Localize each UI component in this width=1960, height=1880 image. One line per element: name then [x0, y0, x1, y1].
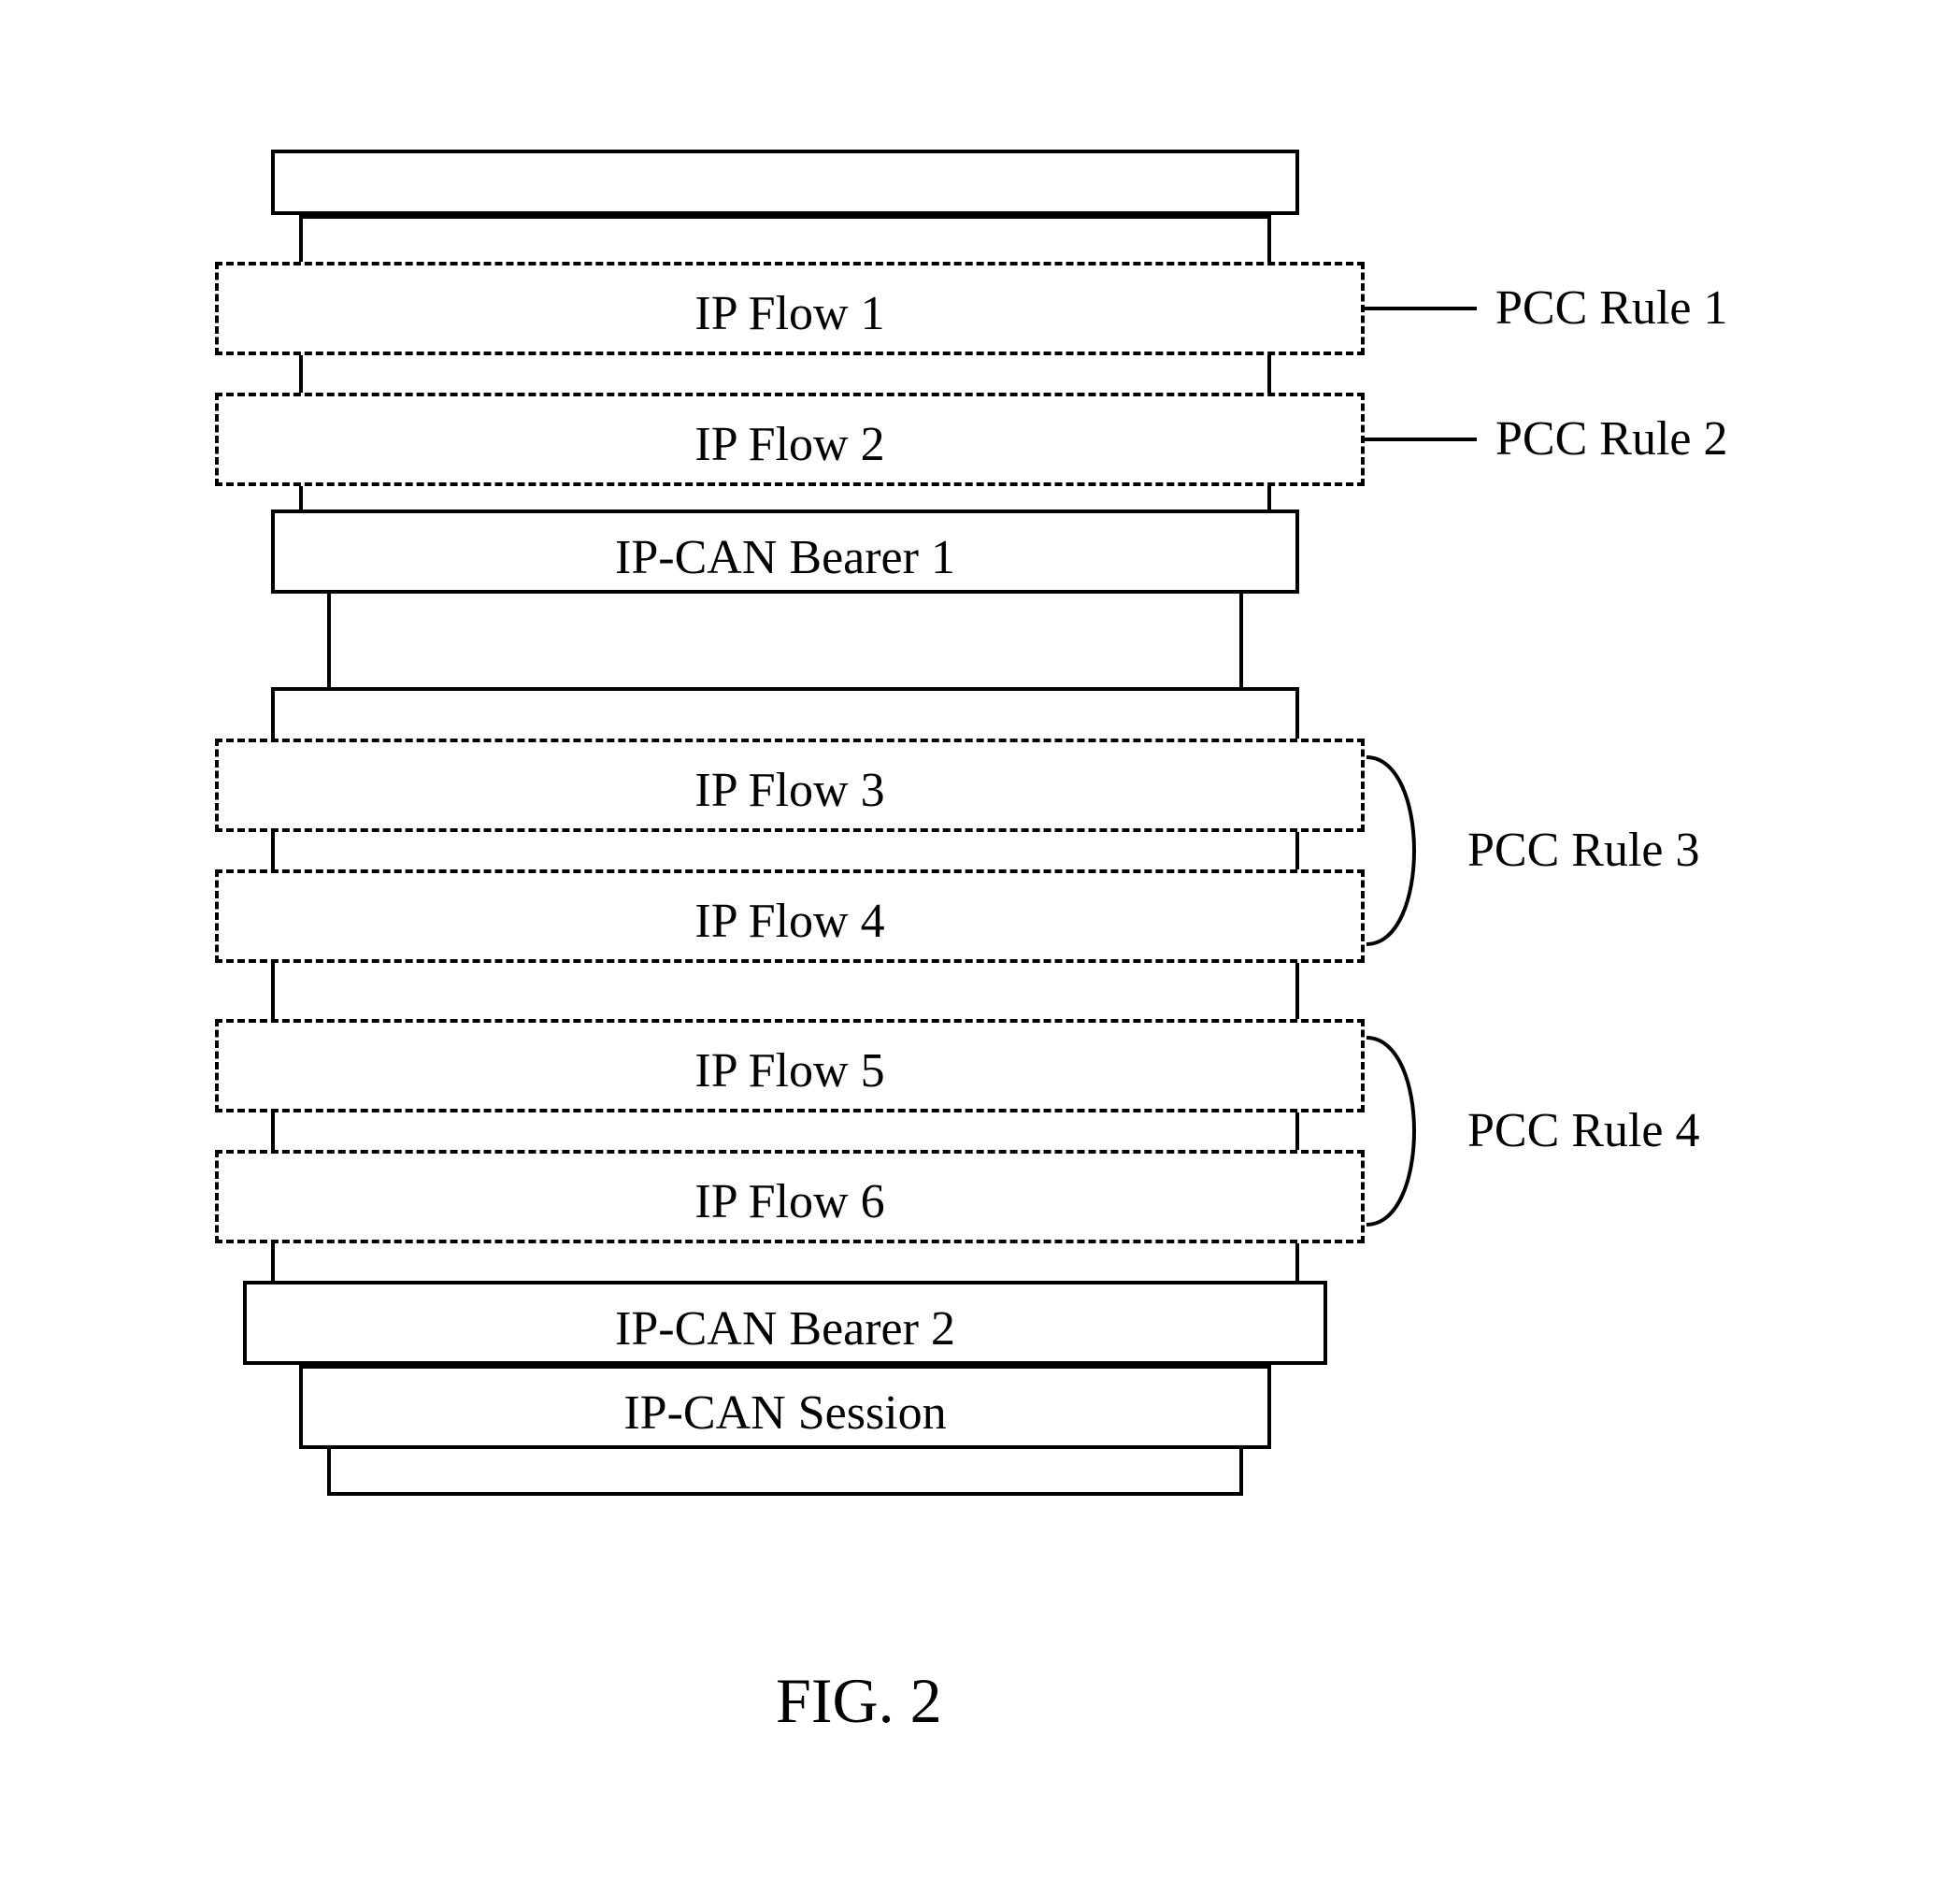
pcc-rule-4-brace — [1365, 1028, 1449, 1234]
session-right-stub — [1239, 1449, 1243, 1496]
ip-flow-1-label: IP Flow 1 — [219, 286, 1361, 341]
ip-flow-4-label: IP Flow 4 — [219, 894, 1361, 949]
diagram-canvas: IP Flow 1 PCC Rule 1 IP Flow 2 PCC Rule … — [0, 0, 1960, 1880]
session-bottom-bar — [327, 1492, 1243, 1496]
pcc-rule-2-label: PCC Rule 2 — [1495, 411, 1728, 466]
ip-flow-4-box: IP Flow 4 — [215, 869, 1365, 963]
ip-flow-3-label: IP Flow 3 — [219, 763, 1361, 818]
pcc-rule-3-label: PCC Rule 3 — [1467, 823, 1700, 878]
session-left-stub — [327, 1449, 331, 1496]
ip-flow-5-box: IP Flow 5 — [215, 1019, 1365, 1112]
pcc-rule-1-connector — [1365, 307, 1477, 310]
bearer2-label-box: IP-CAN Bearer 2 — [243, 1281, 1327, 1365]
pcc-rule-4-label: PCC Rule 4 — [1467, 1103, 1700, 1158]
ip-flow-3-box: IP Flow 3 — [215, 739, 1365, 832]
bearer1-outer-top — [271, 150, 1299, 215]
bearer1-label-box: IP-CAN Bearer 1 — [271, 509, 1299, 594]
bearer2-label: IP-CAN Bearer 2 — [247, 1301, 1323, 1356]
bearer1-label: IP-CAN Bearer 1 — [275, 530, 1295, 585]
ip-flow-6-box: IP Flow 6 — [215, 1150, 1365, 1243]
bearer1-to-session-right — [1239, 594, 1243, 687]
ip-flow-5-label: IP Flow 5 — [219, 1043, 1361, 1098]
ip-flow-2-box: IP Flow 2 — [215, 393, 1365, 486]
pcc-rule-2-connector — [1365, 438, 1477, 441]
pcc-rule-3-brace — [1365, 748, 1449, 954]
ip-flow-2-label: IP Flow 2 — [219, 417, 1361, 472]
session-label: IP-CAN Session — [303, 1385, 1267, 1441]
ip-flow-6-label: IP Flow 6 — [219, 1174, 1361, 1229]
session-label-box: IP-CAN Session — [299, 1365, 1271, 1449]
bearer1-to-session-left — [327, 594, 331, 687]
ip-flow-1-box: IP Flow 1 — [215, 262, 1365, 355]
pcc-rule-1-label: PCC Rule 1 — [1495, 280, 1728, 336]
figure-label: FIG. 2 — [776, 1664, 942, 1738]
